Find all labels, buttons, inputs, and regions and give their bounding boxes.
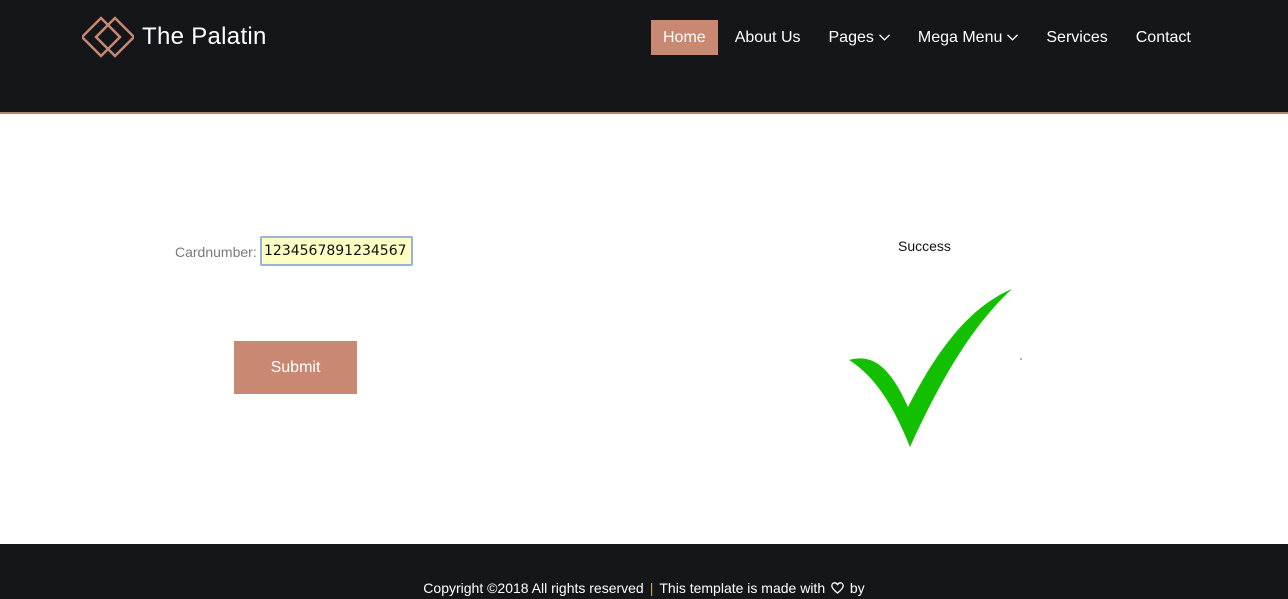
cardnumber-label: Cardnumber: [175,244,257,260]
brand-name: The Palatin [142,23,267,50]
nav-pages-label: Pages [828,29,874,46]
site-footer: Copyright ©2018 All rights reserved | This… [0,544,1288,599]
nav-services[interactable]: Services [1046,20,1107,55]
success-message: Success [898,238,951,254]
by-text: by [849,580,865,596]
nav-about-us[interactable]: About Us [735,20,801,55]
nav-services-label: Services [1046,29,1108,46]
cardnumber-input[interactable] [260,236,413,266]
footer-copyright: Copyright ©2018 All rights reserved | This… [0,580,1288,596]
nav-contact-label: Contact [1135,29,1191,46]
nav-home-label: Home [663,29,706,46]
nav-contact[interactable]: Contact [1136,20,1191,55]
chevron-down-icon [1007,34,1019,41]
site-header: The Palatin Home About Us Pages Mega Men… [0,0,1288,114]
main-nav: Home About Us Pages Mega Menu Services C… [651,20,1219,55]
diamond-logo-icon [82,16,134,58]
submit-button[interactable]: Submit [234,341,357,394]
nav-home[interactable]: Home [651,20,718,55]
copyright-text: Copyright ©2018 All rights reserved [423,580,644,596]
made-with-text: This template is made with [659,580,826,596]
heart-icon [831,582,844,594]
check-mark-icon [849,289,1022,447]
nav-mega-menu-label: Mega Menu [917,29,1003,46]
nav-about-us-label: About Us [734,29,801,46]
nav-mega-menu[interactable]: Mega Menu [918,20,1019,55]
brand-logo[interactable]: The Palatin [82,16,267,58]
chevron-down-icon [878,34,890,41]
footer-separator: | [649,580,654,596]
nav-pages[interactable]: Pages [829,20,890,55]
